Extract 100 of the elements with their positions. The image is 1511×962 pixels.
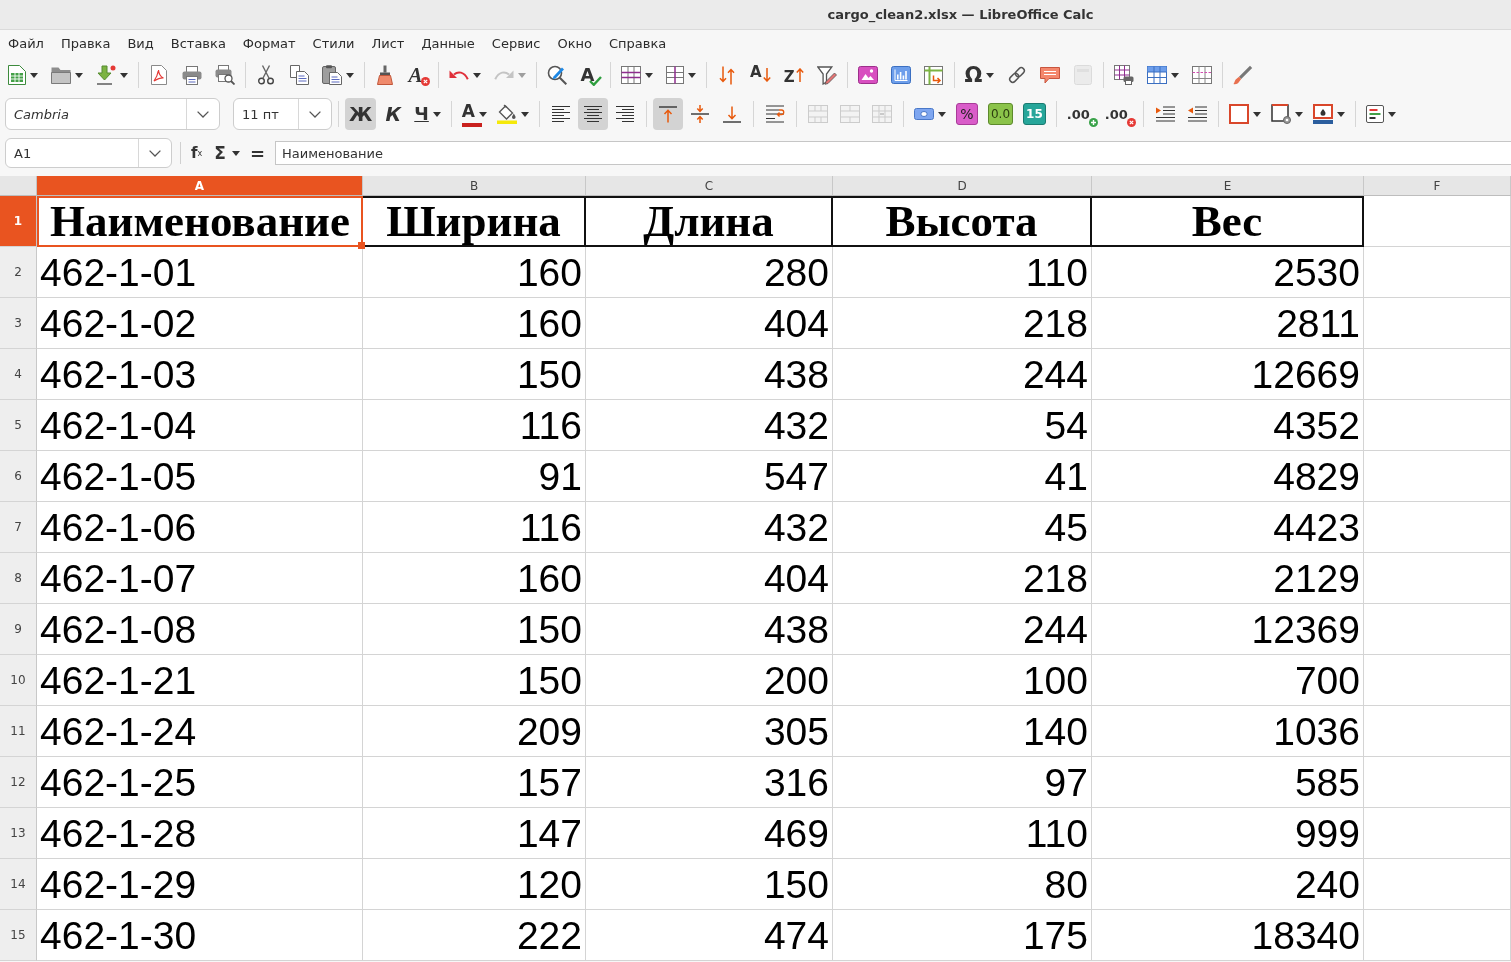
row-header[interactable]: 7 [0, 502, 37, 553]
menu-item[interactable]: Вставка [170, 35, 226, 51]
sheet-cell[interactable]: 218 [833, 553, 1092, 604]
sum-button[interactable]: Σ [212, 141, 228, 165]
special-character-button[interactable]: Ω [961, 61, 998, 89]
font-size-combobox[interactable]: 11 пт [233, 98, 332, 130]
font-color-button[interactable]: A [457, 98, 491, 130]
menu-item[interactable]: Справка [608, 35, 667, 51]
sheet-cell[interactable]: 244 [833, 349, 1092, 400]
sheet-cell[interactable]: 999 [1092, 808, 1364, 859]
menu-item[interactable]: Лист [371, 35, 405, 51]
row-header[interactable]: 6 [0, 451, 37, 502]
empty-cell[interactable] [1364, 349, 1511, 400]
dropdown-caret-icon[interactable] [231, 150, 240, 156]
sheet-cell[interactable]: 12669 [1092, 349, 1364, 400]
sheet-cell[interactable]: 4352 [1092, 400, 1364, 451]
sheet-cell[interactable]: 700 [1092, 655, 1364, 706]
sheet-cell[interactable]: 41 [833, 451, 1092, 502]
sheet-cell[interactable]: 54 [833, 400, 1092, 451]
sheet-cell[interactable]: 160 [363, 247, 586, 298]
column-header[interactable]: A [37, 176, 363, 196]
font-name-combobox[interactable]: Cambria [5, 98, 220, 130]
row-header[interactable]: 13 [0, 808, 37, 859]
sheet-cell[interactable]: 116 [363, 502, 586, 553]
sheet-cell[interactable]: 18340 [1092, 910, 1364, 961]
empty-cell[interactable] [1364, 247, 1511, 298]
header-cell[interactable]: Длина [586, 196, 833, 247]
empty-cell[interactable] [1364, 502, 1511, 553]
sort-descending-button[interactable]: Z [780, 61, 807, 89]
header-cell[interactable]: Вес [1092, 196, 1364, 247]
name-box[interactable]: A1 [5, 138, 172, 168]
sheet-cell[interactable]: 462-1-30 [37, 910, 363, 961]
sheet-cell[interactable]: 110 [833, 808, 1092, 859]
sheet-cell[interactable]: 462-1-06 [37, 502, 363, 553]
row-header[interactable]: 8 [0, 553, 37, 604]
sheet-cell[interactable]: 585 [1092, 757, 1364, 808]
menu-item[interactable]: Окно [557, 35, 592, 51]
column-header[interactable]: E [1092, 176, 1364, 196]
sheet-cell[interactable]: 222 [363, 910, 586, 961]
sheet-cell[interactable]: 4423 [1092, 502, 1364, 553]
sheet-cell[interactable]: 120 [363, 859, 586, 910]
sheet-cell[interactable]: 12369 [1092, 604, 1364, 655]
sheet-cell[interactable]: 438 [586, 349, 833, 400]
sheet-cell[interactable]: 462-1-28 [37, 808, 363, 859]
empty-cell[interactable] [1364, 604, 1511, 655]
empty-cell[interactable] [1364, 859, 1511, 910]
underline-button[interactable]: Ч [410, 98, 445, 130]
sheet-cell[interactable]: 316 [586, 757, 833, 808]
empty-cell[interactable] [1364, 757, 1511, 808]
sheet-cell[interactable]: 91 [363, 451, 586, 502]
sheet-cell[interactable]: 462-1-24 [37, 706, 363, 757]
sheet-cell[interactable]: 110 [833, 247, 1092, 298]
menu-item[interactable]: Сервис [491, 35, 541, 51]
sheet-cell[interactable]: 547 [586, 451, 833, 502]
row-header[interactable]: 4 [0, 349, 37, 400]
menu-item[interactable]: Вид [127, 35, 154, 51]
formula-button[interactable]: = [247, 141, 267, 165]
sheet-cell[interactable]: 462-1-08 [37, 604, 363, 655]
sheet-cell[interactable]: 2129 [1092, 553, 1364, 604]
empty-cell[interactable] [1364, 910, 1511, 961]
sheet-cell[interactable]: 438 [586, 604, 833, 655]
sheet-cell[interactable]: 1036 [1092, 706, 1364, 757]
menu-item[interactable]: Стили [312, 35, 355, 51]
sheet-cell[interactable]: 150 [363, 604, 586, 655]
menu-item[interactable]: Формат [242, 35, 296, 51]
sheet-cell[interactable]: 2530 [1092, 247, 1364, 298]
sheet-cell[interactable]: 218 [833, 298, 1092, 349]
empty-cell[interactable] [1364, 451, 1511, 502]
align-top-button[interactable] [653, 98, 683, 130]
empty-cell[interactable] [1364, 196, 1511, 247]
row-header[interactable]: 1 [0, 196, 37, 247]
sheet-cell[interactable]: 462-1-03 [37, 349, 363, 400]
align-center-button[interactable] [578, 98, 608, 130]
sheet-cell[interactable]: 474 [586, 910, 833, 961]
row-header[interactable]: 11 [0, 706, 37, 757]
sheet-cell[interactable]: 175 [833, 910, 1092, 961]
sheet-cell[interactable]: 160 [363, 553, 586, 604]
empty-cell[interactable] [1364, 400, 1511, 451]
sheet-cell[interactable]: 147 [363, 808, 586, 859]
sheet-cell[interactable]: 462-1-05 [37, 451, 363, 502]
sheet-cell[interactable]: 305 [586, 706, 833, 757]
sort-ascending-button[interactable]: A [747, 61, 774, 89]
header-cell[interactable]: Наименование [37, 196, 363, 247]
column-header[interactable]: F [1364, 176, 1511, 196]
sheet-cell[interactable]: 150 [363, 655, 586, 706]
empty-cell[interactable] [1364, 808, 1511, 859]
menu-item[interactable]: Данные [421, 35, 475, 51]
row-header[interactable]: 10 [0, 655, 37, 706]
row-header[interactable]: 15 [0, 910, 37, 961]
add-decimal-button[interactable]: .00 [1062, 98, 1099, 130]
sheet-cell[interactable]: 45 [833, 502, 1092, 553]
sheet-cell[interactable]: 462-1-21 [37, 655, 363, 706]
sheet-cell[interactable]: 150 [363, 349, 586, 400]
delete-decimal-button[interactable]: .00 [1100, 98, 1137, 130]
sheet-cell[interactable]: 462-1-02 [37, 298, 363, 349]
sheet-cell[interactable]: 280 [586, 247, 833, 298]
empty-cell[interactable] [1364, 706, 1511, 757]
sheet-cell[interactable]: 462-1-07 [37, 553, 363, 604]
column-header[interactable]: C [586, 176, 833, 196]
italic-button[interactable]: К [378, 98, 409, 130]
